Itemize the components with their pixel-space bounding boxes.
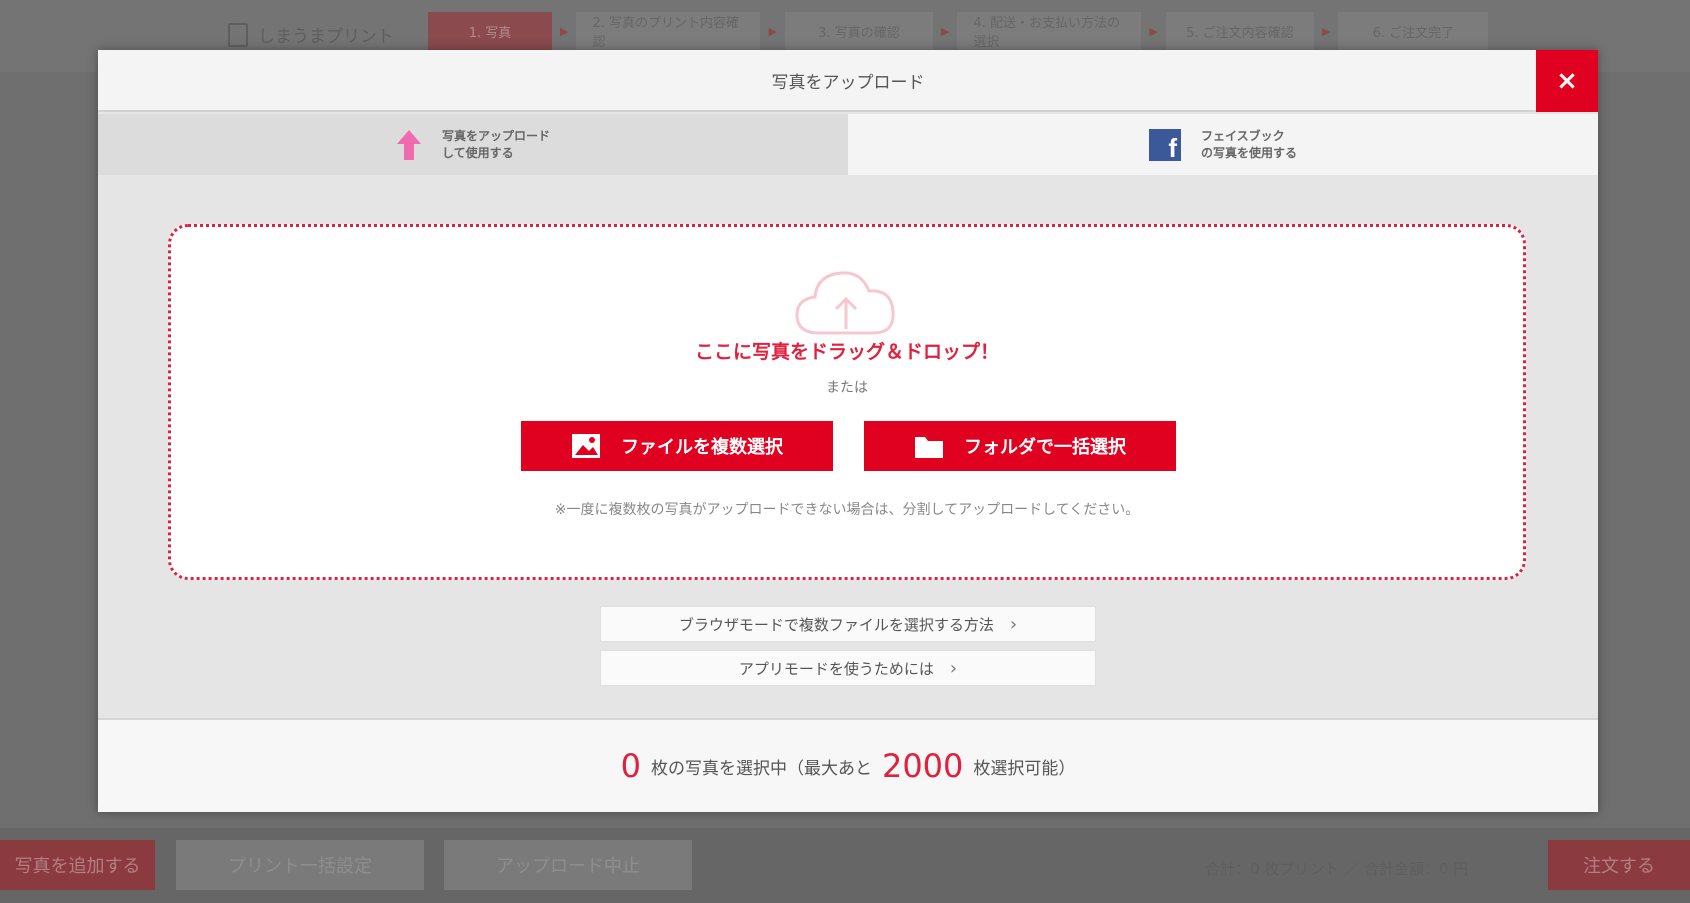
source-tabs: 写真をアップロード して使用する f フェイスブック の写真を使用する [98, 114, 1598, 175]
browser-mode-help-label: ブラウザモードで複数ファイルを選択する方法 [678, 615, 994, 634]
step-1: 1. 写真 [428, 12, 552, 50]
facebook-icon: f [1148, 128, 1181, 161]
step-6: 6. ご注文完了 [1338, 12, 1489, 50]
drop-note: ※一度に複数枚の写真がアップロードできない場合は、分割してアップロードしてくださ… [554, 502, 1140, 518]
step-4: 4. 配送・お支払い方法の選択 [957, 12, 1142, 50]
step-arrow-icon: ▶ [1321, 24, 1331, 38]
selected-text: 枚の写真を選択中（最大あと [650, 758, 872, 779]
drop-title: ここに写真をドラッグ＆ドロップ！ [694, 341, 999, 363]
tab-facebook-line1: フェイスブック [1200, 128, 1285, 143]
step-arrow-icon: ▶ [1149, 24, 1158, 38]
footer-total: 合計：0 枚プリント ／ 合計金額：0 円 [1205, 860, 1469, 878]
select-files-label: ファイルを複数選択 [621, 437, 783, 458]
tab-facebook-label: フェイスブック の写真を使用する [1201, 128, 1297, 162]
logo-text: しまうまプリント [258, 27, 394, 47]
chevron-right-icon: › [949, 657, 958, 679]
order-button: 注文する [1548, 840, 1690, 890]
drop-zone[interactable]: ここに写真をドラッグ＆ドロップ！ または ファイルを複数選択 フォルダで一括選択… [168, 224, 1526, 580]
close-button[interactable]: × [1536, 50, 1598, 112]
step-arrow-icon: ▶ [940, 24, 950, 38]
step-3: 3. 写真の確認 [784, 12, 933, 50]
step-2: 2. 写真のプリント内容確認 [576, 12, 761, 50]
bulk-settings-button: プリント一括設定 [176, 840, 424, 890]
tab-upload-line2: して使用する [441, 145, 514, 160]
folder-icon [915, 437, 943, 458]
cloud-upload-icon [795, 271, 895, 335]
select-files-button[interactable]: ファイルを複数選択 [521, 421, 833, 471]
drop-or-text: または [826, 380, 868, 396]
modal-header: 写真をアップロード [98, 50, 1598, 112]
app-mode-help-label: アプリモードを使うためには [738, 659, 934, 678]
select-folder-label: フォルダで一括選択 [964, 437, 1126, 458]
select-folder-button[interactable]: フォルダで一括選択 [864, 421, 1176, 471]
selection-status: 0 枚の写真を選択中（最大あと 2000 枚選択可能） [98, 718, 1598, 812]
step-arrow-icon: ▶ [560, 24, 569, 38]
close-icon: × [1556, 66, 1578, 96]
tab-upload-label: 写真をアップロード して使用する [442, 128, 550, 162]
tab-upload-line1: 写真をアップロード [441, 128, 550, 143]
remaining-text: 枚選択可能） [973, 758, 1076, 779]
image-icon [572, 434, 600, 458]
upload-arrow-icon [396, 129, 421, 160]
remaining-count: 2000 [881, 747, 964, 785]
cancel-upload-button: アップロード中止 [444, 840, 692, 890]
step-arrow-icon: ▶ [768, 24, 777, 38]
browser-mode-help-link[interactable]: ブラウザモードで複数ファイルを選択する方法 › [600, 606, 1096, 642]
tab-facebook-line2: の写真を使用する [1200, 145, 1297, 160]
tab-upload[interactable]: 写真をアップロード して使用する [98, 114, 848, 175]
modal-title: 写真をアップロード [771, 72, 925, 93]
add-photo-button: 写真を追加する [0, 840, 155, 890]
tab-facebook[interactable]: f フェイスブック の写真を使用する [848, 114, 1598, 175]
logo-icon [228, 22, 248, 47]
step-progress: 1. 写真 ▶ 2. 写真のプリント内容確認 ▶ 3. 写真の確認 ▶ 4. 配… [428, 12, 1489, 50]
background-logo: しまうまプリント [228, 22, 394, 47]
selected-count: 0 [620, 747, 641, 785]
app-mode-help-link[interactable]: アプリモードを使うためには › [600, 650, 1096, 686]
step-5: 5. ご注文内容確認 [1165, 12, 1314, 50]
chevron-right-icon: › [1009, 613, 1018, 635]
upload-modal: 写真をアップロード × 写真をアップロード して使用する f フェイスブック の… [98, 50, 1598, 812]
